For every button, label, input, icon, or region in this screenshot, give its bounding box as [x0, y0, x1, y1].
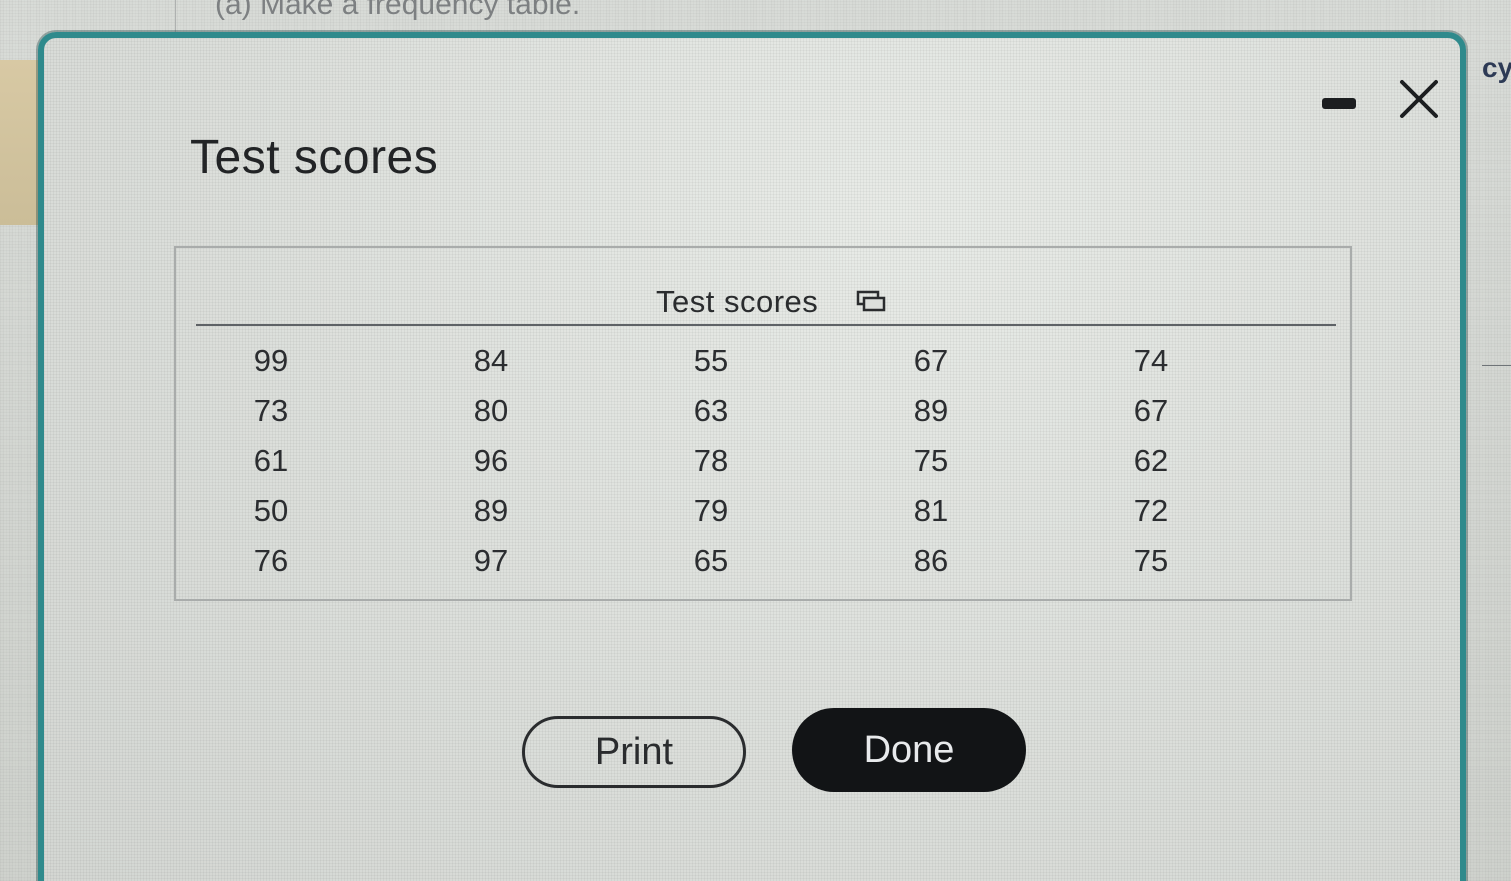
copy-icon-graphic — [856, 290, 886, 312]
table-cell: 97 — [473, 543, 509, 578]
minimize-icon — [1322, 98, 1356, 109]
copy-icon[interactable] — [856, 288, 886, 314]
test-scores-dialog: Test scores Test scores 99 84 55 67 74 73 80 63… — [38, 32, 1466, 881]
close-button[interactable] — [1394, 74, 1444, 124]
done-button[interactable]: Done — [792, 708, 1026, 792]
table-cell: 73 — [253, 393, 289, 428]
table-cell: 72 — [1133, 493, 1169, 528]
table-cell: 80 — [473, 393, 509, 428]
scores-grid: 99 84 55 67 74 73 80 63 89 67 61 96 78 75 62 50 89 79 81 72… — [216, 336, 1316, 586]
minimize-button[interactable] — [1320, 90, 1364, 118]
table-cell: 50 — [253, 493, 289, 528]
table-header: Test scores — [656, 284, 819, 319]
table-cell: 74 — [1133, 343, 1169, 378]
table-cell: 65 — [693, 543, 729, 578]
table-cell: 75 — [913, 443, 949, 478]
header-divider — [196, 324, 1336, 326]
table-cell: 61 — [253, 443, 289, 478]
data-table-panel: Test scores 99 84 55 67 74 73 80 63 89 67 61 96 78 75… — [174, 246, 1352, 601]
background-right-text: cy — [1482, 52, 1511, 83]
close-icon — [1400, 80, 1438, 118]
table-cell: 96 — [473, 443, 509, 478]
table-cell: 55 — [693, 343, 729, 378]
table-cell: 78 — [693, 443, 729, 478]
instruction-text: (a) Make a frequency table. — [215, 0, 581, 21]
table-cell: 67 — [1133, 393, 1169, 428]
table-cell: 89 — [473, 493, 509, 528]
dialog-title: Test scores — [190, 131, 439, 184]
print-button[interactable]: Print — [522, 716, 746, 788]
table-cell: 62 — [1133, 443, 1169, 478]
table-cell: 89 — [913, 393, 949, 428]
table-cell: 76 — [253, 543, 289, 578]
background-side-panel — [0, 60, 40, 225]
table-cell: 84 — [473, 343, 509, 378]
table-cell: 99 — [253, 343, 289, 378]
background-right-divider — [1482, 365, 1511, 366]
table-cell: 79 — [693, 493, 729, 528]
table-cell: 67 — [913, 343, 949, 378]
table-cell: 86 — [913, 543, 949, 578]
table-cell: 81 — [913, 493, 949, 528]
table-cell: 75 — [1133, 543, 1169, 578]
table-cell: 63 — [693, 393, 729, 428]
